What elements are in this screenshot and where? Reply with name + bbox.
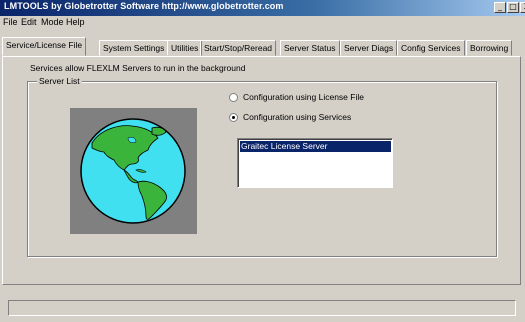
tab-borrowing[interactable]: Borrowing	[466, 40, 513, 56]
maximize-button[interactable]: □	[507, 2, 519, 13]
lmtools-window: LMTOOLS by Globetrotter Software http://…	[0, 0, 525, 322]
services-description: Services allow FLEXLM Servers to run in …	[30, 63, 246, 73]
radio-license-file[interactable]: Configuration using License File	[229, 92, 479, 104]
globe-icon	[80, 118, 186, 224]
menu-file[interactable]: File	[3, 17, 18, 27]
tab-strip: Service/License File System Settings Uti…	[0, 31, 525, 56]
globe-image	[70, 108, 197, 234]
close-button[interactable]: 3	[520, 2, 525, 13]
radio-license-file-dot[interactable]	[229, 93, 238, 102]
tab-server-status[interactable]: Server Status	[280, 40, 340, 56]
window-title: LMTOOLS by Globetrotter Software http://…	[4, 1, 284, 11]
menu-mode[interactable]: Mode	[41, 17, 64, 27]
status-bar	[8, 300, 516, 316]
menu-help[interactable]: Help	[66, 17, 85, 27]
title-bar[interactable]: LMTOOLS by Globetrotter Software http://…	[0, 0, 525, 16]
radio-services-label[interactable]: Configuration using Services	[243, 112, 351, 122]
tab-start-stop-reread[interactable]: Start/Stop/Reread	[200, 40, 277, 56]
menu-bar: File Edit Mode Help	[0, 16, 525, 30]
menu-edit[interactable]: Edit	[21, 17, 37, 27]
radio-license-file-label[interactable]: Configuration using License File	[243, 92, 364, 102]
server-list-label: Server List	[37, 76, 82, 86]
radio-services-dot[interactable]	[229, 113, 238, 122]
tab-config-services[interactable]: Config Services	[397, 40, 465, 56]
list-item[interactable]: Graitec License Server	[240, 141, 391, 152]
minimize-button[interactable]: _	[494, 2, 506, 13]
radio-services[interactable]: Configuration using Services	[229, 112, 479, 124]
tab-server-diags[interactable]: Server Diags	[340, 40, 398, 56]
services-listbox[interactable]: Graitec License Server	[237, 138, 393, 188]
tab-service-license-file[interactable]: Service/License File	[2, 37, 87, 56]
tab-system-settings[interactable]: System Settings	[99, 40, 169, 56]
tab-utilities[interactable]: Utilities	[167, 40, 203, 56]
